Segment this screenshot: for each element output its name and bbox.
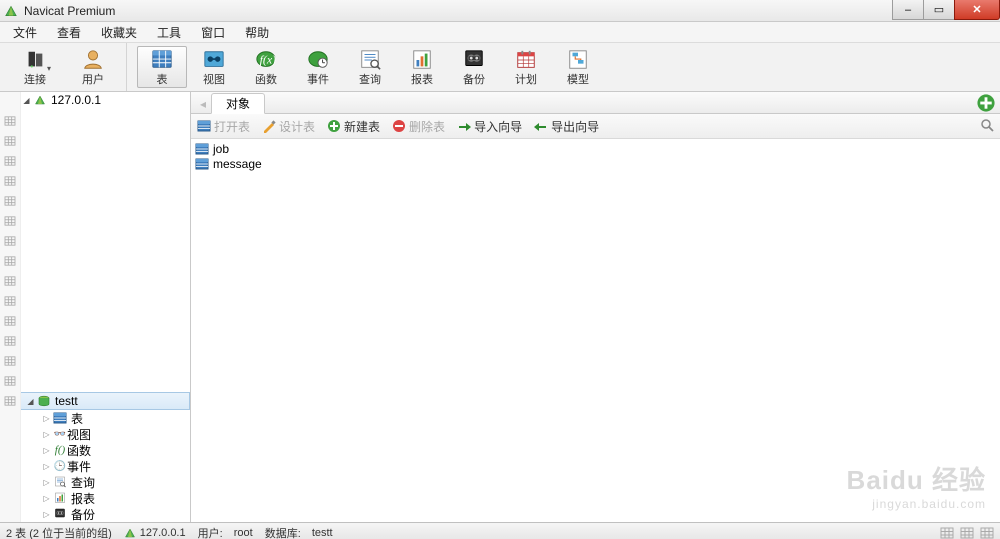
function-icon: f()	[53, 444, 67, 456]
tree-node-table[interactable]: 表	[20, 410, 190, 426]
tb-view[interactable]: 视图	[189, 46, 239, 88]
table-icon	[195, 158, 209, 170]
event-icon: 🕒	[53, 461, 67, 472]
action-export[interactable]: 导出向导	[534, 118, 599, 135]
menu-file[interactable]: 文件	[4, 22, 46, 43]
menu-fav[interactable]: 收藏夹	[92, 22, 146, 43]
tree-node-function[interactable]: f()函数	[20, 442, 190, 458]
sidebar: 127.0.0.1 testt 表 👓视图 f()函数 🕒事件 查询 报表 备份…	[0, 92, 191, 522]
database-label: testt	[55, 394, 78, 408]
menu-view[interactable]: 查看	[48, 22, 90, 43]
action-design[interactable]: 设计表	[262, 118, 315, 135]
tab-new[interactable]	[976, 93, 1000, 113]
tb-backup[interactable]: 备份	[449, 46, 499, 88]
navicat-icon	[124, 527, 136, 539]
tree-node-backup[interactable]: 备份	[20, 506, 190, 522]
query-icon	[53, 476, 67, 488]
connection-label: 127.0.0.1	[51, 93, 101, 107]
tree-connection[interactable]: 127.0.0.1	[20, 92, 190, 108]
tree-node-event[interactable]: 🕒事件	[20, 458, 190, 474]
action-import[interactable]: 导入向导	[457, 118, 522, 135]
table-list: job message	[191, 139, 1000, 522]
list-item[interactable]: message	[195, 156, 996, 171]
maximize-button[interactable]: ▭	[923, 0, 955, 20]
toolbar: 连接 ▾ 用户 表 视图 函数 事件 查询 报表 备份 计划 模型	[0, 43, 1000, 92]
sidebar-gutter	[0, 92, 21, 522]
tb-query[interactable]: 查询	[345, 46, 395, 88]
tb-connect[interactable]: 连接 ▾	[8, 46, 66, 88]
tb-report[interactable]: 报表	[397, 46, 447, 88]
tabbar: ◂ 对象	[191, 92, 1000, 114]
tree-node-view[interactable]: 👓视图	[20, 426, 190, 442]
table-icon	[195, 143, 209, 155]
status-count: 2 表 (2 位于当前的组)	[6, 525, 112, 539]
tree-node-report[interactable]: 报表	[20, 490, 190, 506]
content: ◂ 对象 打开表 设计表 新建表 删除表 导入向导 导出向导 job messa…	[191, 92, 1000, 522]
list-item[interactable]: job	[195, 141, 996, 156]
backup-icon	[53, 508, 67, 520]
report-icon	[53, 492, 67, 504]
action-open[interactable]: 打开表	[197, 118, 250, 135]
close-button[interactable]: ✕	[954, 0, 1000, 20]
menu-help[interactable]: 帮助	[236, 22, 278, 43]
actionbar: 打开表 设计表 新建表 删除表 导入向导 导出向导	[191, 114, 1000, 139]
table-name: message	[213, 157, 262, 171]
action-new[interactable]: 新建表	[327, 118, 380, 135]
menu-window[interactable]: 窗口	[192, 22, 234, 43]
view-mode-detail-icon[interactable]	[980, 527, 994, 539]
view-mode-grid-icon[interactable]	[940, 527, 954, 539]
tb-model[interactable]: 模型	[553, 46, 603, 88]
tab-prev[interactable]: ◂	[195, 95, 211, 113]
tree-database[interactable]: testt	[20, 392, 190, 410]
status-host: 127.0.0.1	[124, 527, 186, 539]
database-icon	[37, 395, 51, 407]
table-name: job	[213, 142, 229, 156]
tb-function[interactable]: 函数	[241, 46, 291, 88]
view-icon: 👓	[53, 429, 67, 440]
view-mode-list-icon[interactable]	[960, 527, 974, 539]
statusbar: 2 表 (2 位于当前的组) 127.0.0.1 用户: root 数据库: t…	[0, 522, 1000, 539]
window-title: Navicat Premium	[24, 4, 115, 18]
titlebar: Navicat Premium – ▭ ✕	[0, 0, 1000, 22]
minimize-button[interactable]: –	[892, 0, 924, 20]
tb-event[interactable]: 事件	[293, 46, 343, 88]
app-icon	[4, 4, 18, 18]
action-search[interactable]	[980, 118, 994, 135]
menu-tools[interactable]: 工具	[148, 22, 190, 43]
tab-objects[interactable]: 对象	[211, 93, 265, 114]
tb-table[interactable]: 表	[137, 46, 187, 88]
table-icon	[53, 412, 67, 424]
menubar: 文件 查看 收藏夹 工具 窗口 帮助	[0, 22, 1000, 43]
tree-node-query[interactable]: 查询	[20, 474, 190, 490]
action-delete[interactable]: 删除表	[392, 118, 445, 135]
tb-schedule[interactable]: 计划	[501, 46, 551, 88]
tb-user[interactable]: 用户	[68, 46, 118, 88]
status-db: 数据库: testt	[265, 525, 333, 539]
navicat-icon	[33, 94, 47, 106]
status-user: 用户: root	[198, 525, 253, 539]
